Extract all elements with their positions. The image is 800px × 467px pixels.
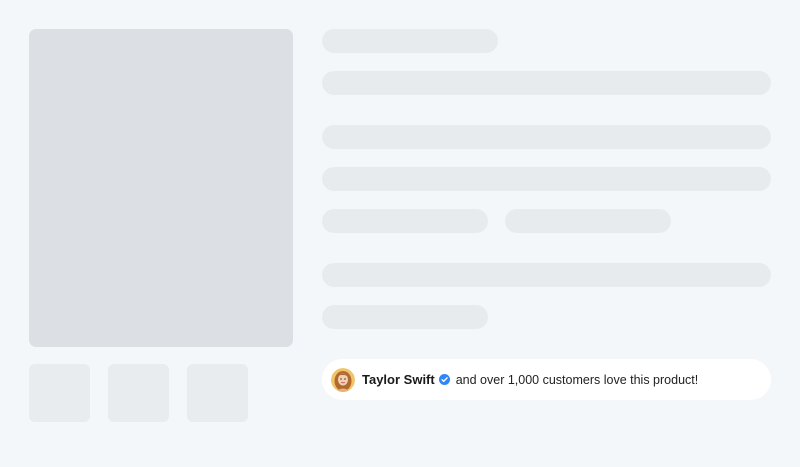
skeleton-line-5: [322, 305, 488, 329]
skeleton-line-3: [322, 167, 771, 191]
social-proof-banner: Taylor Swift and over 1,000 customers lo…: [322, 359, 771, 400]
skeleton-line-1: [322, 71, 771, 95]
thumbnail-placeholder-1[interactable]: [29, 364, 90, 422]
thumbnail-placeholder-2[interactable]: [108, 364, 169, 422]
skeleton-line-2: [322, 125, 771, 149]
skeleton-line-4: [322, 263, 771, 287]
thumbnail-placeholder-3[interactable]: [187, 364, 248, 422]
skeleton-option-1: [322, 209, 488, 233]
skeleton-option-2: [505, 209, 671, 233]
social-proof-text: and over 1,000 customers love this produ…: [455, 372, 699, 387]
skeleton-title: [322, 29, 498, 53]
customer-name: Taylor Swift: [362, 372, 435, 387]
product-image-placeholder: [29, 29, 293, 347]
avatar-icon: [331, 367, 355, 392]
verified-badge-icon: [438, 374, 450, 385]
